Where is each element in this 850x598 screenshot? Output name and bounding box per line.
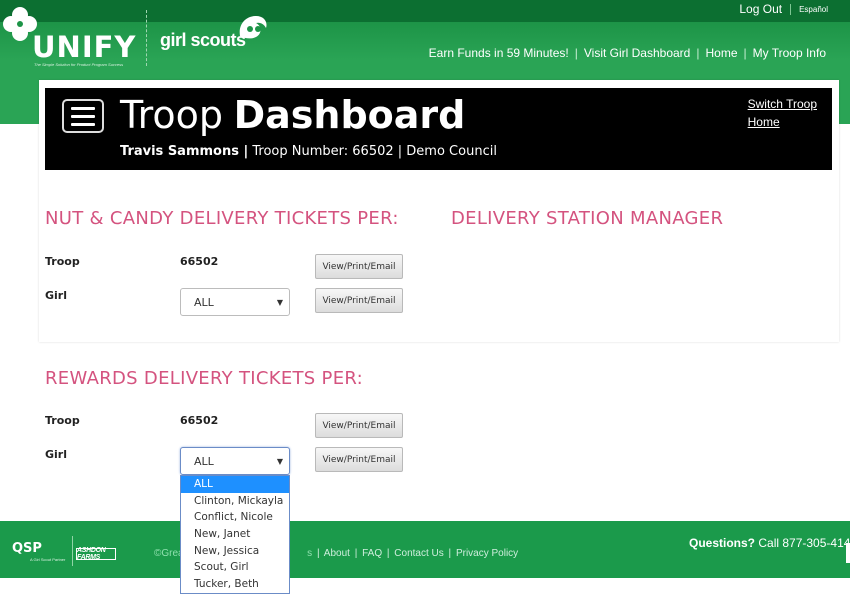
trefoil-icon xyxy=(239,16,267,39)
nav-earn-funds[interactable]: Earn Funds in 59 Minutes! xyxy=(423,46,575,60)
footer-link-about[interactable]: About xyxy=(324,548,350,559)
dropdown-option[interactable]: New, Janet xyxy=(181,526,289,543)
dropdown-option[interactable]: Scout, Girl xyxy=(181,559,289,576)
utility-links: Log Out Español xyxy=(739,0,828,18)
dropdown-option[interactable]: New, Jessica xyxy=(181,543,289,560)
nut-candy-troop-view-button[interactable]: View/Print/Email xyxy=(315,254,403,279)
language-link[interactable]: Español xyxy=(799,5,828,14)
rewards-troop-label: Troop xyxy=(45,414,80,427)
dropdown-option[interactable]: Tucker, Beth xyxy=(181,576,289,593)
nut-candy-troop-value: 66502 xyxy=(180,255,219,268)
side-tab[interactable] xyxy=(846,543,850,563)
footer-link-contact[interactable]: Contact Us xyxy=(394,548,443,559)
chevron-down-icon: ▼ xyxy=(276,298,283,307)
qsp-tagline: A Girl Scout Partner xyxy=(30,557,66,562)
qsp-logo: QSP xyxy=(12,541,42,556)
rewards-girl-label: Girl xyxy=(45,448,67,461)
top-strip xyxy=(0,0,850,22)
troop-number: Troop Number: 66502 xyxy=(252,144,394,159)
rewards-girl-select[interactable]: ALL ▼ xyxy=(180,447,290,475)
dropdown-option[interactable]: Conflict, Nicole xyxy=(181,509,289,526)
nut-candy-girl-select-value: ALL xyxy=(194,295,214,309)
rewards-girl-dropdown-list: ALL Clinton, Mickayla Conflict, Nicole N… xyxy=(180,475,290,594)
logo-divider xyxy=(146,10,147,66)
nut-candy-title: NUT & CANDY DELIVERY TICKETS PER: xyxy=(45,208,399,229)
menu-icon[interactable] xyxy=(62,99,104,133)
nut-candy-girl-label: Girl xyxy=(45,289,67,302)
main-nav: Earn Funds in 59 Minutes! | Visit Girl D… xyxy=(423,46,832,60)
unify-logo[interactable]: UNIFY xyxy=(32,30,136,64)
page-title-light: Troop xyxy=(120,93,224,137)
dropdown-option[interactable]: ALL xyxy=(181,476,289,493)
logout-link[interactable]: Log Out xyxy=(739,2,782,16)
questions-phone-text[interactable]: Call 877-305-4146 xyxy=(758,536,850,550)
troop-info-line: Travis Sammons | Troop Number: 66502 | D… xyxy=(120,144,497,159)
unify-tagline: The Simple Solution for Product Program … xyxy=(34,62,124,67)
footer-divider xyxy=(72,536,73,566)
rewards-girl-select-value: ALL xyxy=(194,454,214,468)
council-name: Demo Council xyxy=(406,144,497,159)
page-title: Troop Dashboard xyxy=(120,93,465,138)
nut-candy-girl-select[interactable]: ALL ▼ xyxy=(180,288,290,316)
rewards-troop-view-button[interactable]: View/Print/Email xyxy=(315,413,403,438)
nut-candy-girl-view-button[interactable]: View/Print/Email xyxy=(315,288,403,313)
footer-link-privacy[interactable]: Privacy Policy xyxy=(456,548,518,559)
rewards-girl-view-button[interactable]: View/Print/Email xyxy=(315,447,403,472)
nav-home[interactable]: Home xyxy=(699,46,743,60)
chevron-down-icon: ▼ xyxy=(276,457,283,466)
footer-link-partial[interactable]: s xyxy=(307,548,312,559)
utility-separator xyxy=(790,3,792,15)
user-name: Travis Sammons xyxy=(120,144,239,159)
dropdown-option[interactable]: Clinton, Mickayla xyxy=(181,493,289,510)
dashboard-banner: Troop Dashboard Travis Sammons | Troop N… xyxy=(45,88,832,170)
delivery-station-title: DELIVERY STATION MANAGER xyxy=(451,208,724,229)
switch-links: Switch Troop Home xyxy=(748,95,817,131)
switch-troop-link[interactable]: Switch Troop xyxy=(748,95,817,113)
rewards-troop-value: 66502 xyxy=(180,414,219,427)
nav-girl-dashboard[interactable]: Visit Girl Dashboard xyxy=(578,46,697,60)
ashdon-farms-logo: ASHDON FARMS xyxy=(76,547,116,561)
questions-phone: Questions? Call 877-305-4146 xyxy=(689,536,850,550)
nut-candy-troop-label: Troop xyxy=(45,255,80,268)
page-title-bold: Dashboard xyxy=(233,93,466,137)
rewards-title: REWARDS DELIVERY TICKETS PER: xyxy=(45,368,363,389)
girl-scouts-logo[interactable]: girl scouts xyxy=(160,30,246,51)
nav-my-troop-info[interactable]: My Troop Info xyxy=(747,46,832,60)
questions-label: Questions? xyxy=(689,536,756,550)
home-link[interactable]: Home xyxy=(748,113,817,131)
footer-link-faq[interactable]: FAQ xyxy=(362,548,382,559)
